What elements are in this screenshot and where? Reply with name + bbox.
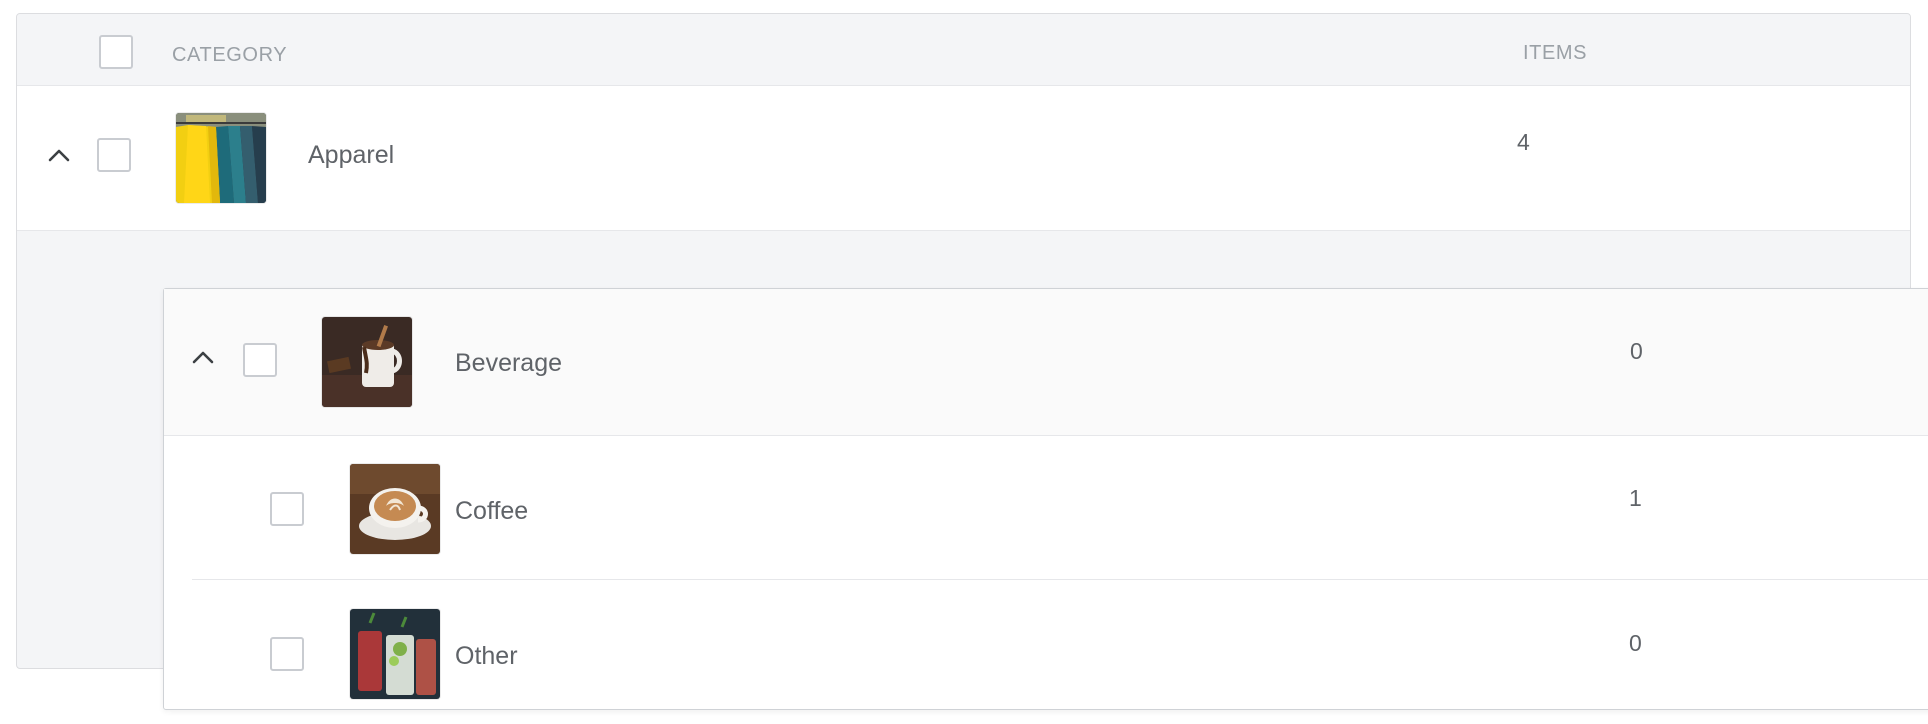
chevron-up-icon[interactable] — [44, 141, 74, 171]
hot-chocolate-photo — [322, 317, 412, 407]
clothing-rack-photo — [176, 113, 266, 203]
category-name[interactable]: Coffee — [455, 497, 528, 526]
column-header-items[interactable]: ITEMS — [1523, 42, 1587, 65]
subcategory-panel: Beverage 0 Coffee 1 Other 0 — [163, 288, 1928, 710]
category-name[interactable]: Beverage — [455, 349, 562, 378]
row-checkbox[interactable] — [243, 343, 277, 377]
items-count: 0 — [1630, 338, 1643, 364]
category-name[interactable]: Apparel — [308, 141, 394, 170]
column-header-category[interactable]: CATEGORY — [172, 44, 287, 67]
cocktail-photo — [350, 609, 440, 699]
items-count: 1 — [1629, 485, 1642, 511]
table-row[interactable]: Beverage 0 — [164, 289, 1928, 436]
category-name[interactable]: Other — [455, 642, 518, 671]
items-count: 0 — [1629, 630, 1642, 656]
chevron-up-icon[interactable] — [188, 343, 218, 373]
latte-art-photo — [350, 464, 440, 554]
table-row[interactable]: Coffee 1 — [192, 435, 1928, 580]
items-count: 4 — [1517, 129, 1530, 155]
select-all-checkbox[interactable] — [99, 35, 133, 69]
row-checkbox[interactable] — [97, 138, 131, 172]
table-row[interactable]: Other 0 — [192, 580, 1928, 724]
table-header: CATEGORY ITEMS — [17, 14, 1910, 86]
row-checkbox[interactable] — [270, 637, 304, 671]
row-checkbox[interactable] — [270, 492, 304, 526]
table-row[interactable]: Apparel 4 — [17, 86, 1910, 231]
